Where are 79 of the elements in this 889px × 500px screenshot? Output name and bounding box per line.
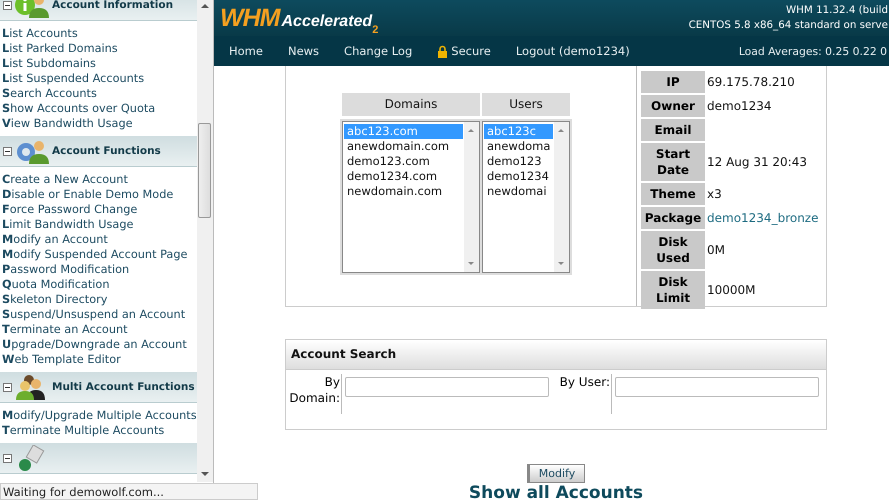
sidebar-link[interactable]: Create a New Account <box>2 172 128 187</box>
detail-value: x3 <box>707 187 722 201</box>
detail-value: 12 Aug 31 20:43 <box>707 155 807 169</box>
list-option[interactable]: demo1234.com <box>344 169 463 184</box>
list-option[interactable]: newdomain.com <box>344 184 463 199</box>
sidebar-link[interactable]: Modify Suspended Account Page <box>2 247 188 262</box>
field-label: By Domain: <box>286 374 342 414</box>
collapse-toggle-icon[interactable] <box>3 146 12 156</box>
column-header: Users <box>482 93 570 119</box>
collapse-toggle-icon[interactable] <box>3 382 12 392</box>
column-header: Domains <box>342 93 480 119</box>
detail-label: Theme <box>641 183 705 205</box>
sidebar-link[interactable]: Modify an Account <box>2 232 108 247</box>
nav-link[interactable]: Logout (demo1234) <box>516 44 630 58</box>
detail-value: 69.175.78.210 <box>707 75 795 89</box>
nav-link[interactable]: News <box>288 44 320 58</box>
list-option[interactable]: demo1234 <box>484 169 553 184</box>
field-label: By User: <box>556 374 612 414</box>
section-header[interactable]: Multi Account Functions <box>0 372 198 403</box>
sidebar-link[interactable]: Modify/Upgrade Multiple Accounts <box>2 408 197 423</box>
nav-link[interactable]: Home <box>229 44 263 58</box>
sidebar-link[interactable]: Password Modification <box>2 262 130 277</box>
list-option[interactable]: anewdoma <box>484 139 553 154</box>
detail-value: 10000M <box>707 283 756 297</box>
list-option[interactable]: demo123.com <box>344 154 463 169</box>
sidebar-link[interactable]: Quota Modification <box>2 277 110 292</box>
section-header[interactable]: Account Functions <box>0 136 198 167</box>
list-option[interactable]: demo123 <box>484 154 553 169</box>
section-heading: Show all Accounts <box>468 483 644 500</box>
detail-label: Start Date <box>641 143 705 181</box>
sidebar-link[interactable]: Skeleton Directory <box>2 292 108 307</box>
scrollbar[interactable] <box>197 0 213 482</box>
sidebar-link[interactable]: Suspend/Unsuspend an Account <box>2 307 186 322</box>
sidebar-link[interactable]: List Parked Domains <box>2 41 118 56</box>
sidebar-link[interactable]: Force Password Change <box>2 202 138 217</box>
sidebar-link[interactable]: List Accounts <box>2 26 78 41</box>
collapse-toggle-icon[interactable] <box>3 0 12 10</box>
sidebar-link[interactable]: Web Template Editor <box>2 352 121 367</box>
nav-link[interactable]: Secure <box>451 44 491 58</box>
detail-label: Package <box>641 207 705 229</box>
lock-icon <box>437 44 448 58</box>
sidebar-link[interactable]: List Suspended Accounts <box>2 71 144 86</box>
detail-value: demo1234 <box>707 99 772 113</box>
sidebar-link[interactable]: Disable or Enable Demo Mode <box>2 187 174 202</box>
detail-label: Email <box>641 119 705 141</box>
detail-label: Disk Limit <box>641 271 705 309</box>
system-text: CENTOS 5.8 x86_64 standard on serve <box>688 18 888 33</box>
input-field[interactable] <box>345 377 549 397</box>
sidebar-link[interactable]: Limit Bandwidth Usage <box>2 217 134 232</box>
sidebar-link[interactable]: Upgrade/Downgrade an Account <box>2 337 187 352</box>
list-box[interactable]: abc123c anewdoma demo123 demo1234 newdomai <box>482 121 570 273</box>
version-text: WHM 11.32.4 (build <box>786 3 888 18</box>
modify-button[interactable]: Modify <box>526 464 586 483</box>
section-title: Multi Account Functions <box>52 381 195 393</box>
load-averages: Load Averages: 0.25 0.22 0 <box>738 44 887 58</box>
sidebar-link[interactable]: Terminate Multiple Accounts <box>2 423 164 438</box>
section-title: Account Functions <box>52 145 161 157</box>
sidebar-link[interactable]: Search Accounts <box>2 86 97 101</box>
search-title: Account Search <box>286 340 826 370</box>
package-link[interactable]: demo1234_bronze <box>707 211 818 225</box>
detail-label: IP <box>641 71 705 93</box>
section-header[interactable] <box>0 443 198 474</box>
sidebar-link[interactable]: List Subdomains <box>2 56 96 71</box>
nav-link[interactable]: Change Log <box>344 44 412 58</box>
sidebar-link[interactable]: Terminate an Account <box>2 322 128 337</box>
input-field[interactable] <box>615 377 819 397</box>
detail-label: Owner <box>641 95 705 117</box>
detail-value: 0M <box>707 243 725 257</box>
list-option[interactable]: newdomai <box>484 184 553 199</box>
sidebar-link[interactable]: Show Accounts over Quota <box>2 101 156 116</box>
sidebar-link[interactable]: View Bandwidth Usage <box>2 116 133 131</box>
list-box[interactable]: abc123.com anewdomain.com demo123.com demo1234.com newdomain.com <box>342 121 480 273</box>
collapse-toggle-icon[interactable] <box>3 454 12 462</box>
section-header[interactable]: Account Information <box>0 0 198 21</box>
status-bar: Waiting for demowolf.com... <box>0 483 258 500</box>
detail-label: Disk Used <box>641 231 705 269</box>
section-title: Account Information <box>52 0 174 11</box>
gear-user-icon <box>15 138 49 164</box>
list-option[interactable]: anewdomain.com <box>344 139 463 154</box>
